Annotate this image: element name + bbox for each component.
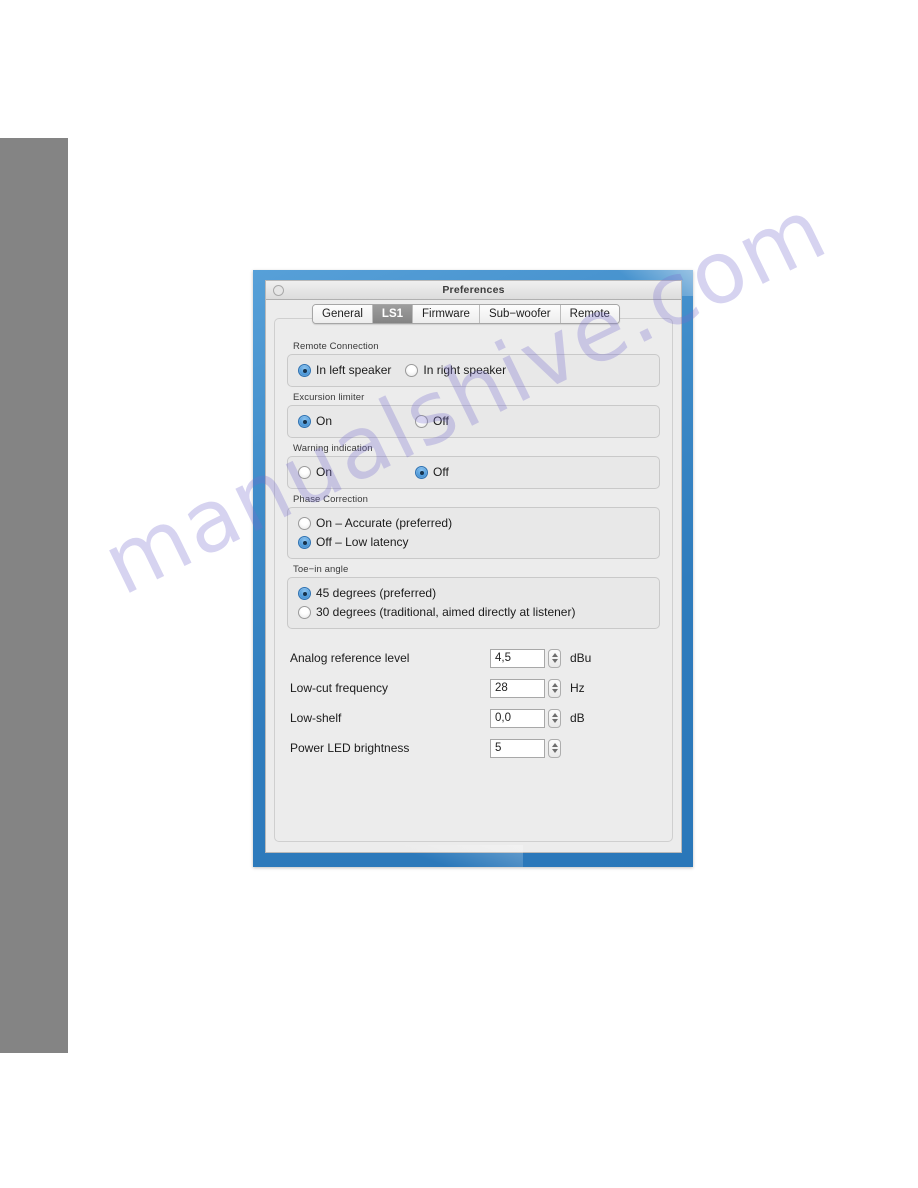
radio-label: Off bbox=[433, 414, 449, 428]
radio-icon-selected[interactable] bbox=[298, 364, 311, 377]
window-titlebar[interactable]: Preferences bbox=[266, 281, 681, 300]
radio-icon-selected[interactable] bbox=[415, 466, 428, 479]
window-title: Preferences bbox=[442, 284, 505, 296]
group-label-warning-indication: Warning indication bbox=[293, 443, 373, 454]
stepper-up-icon[interactable] bbox=[551, 653, 558, 657]
group-label-excursion-limiter: Excursion limiter bbox=[293, 392, 365, 403]
group-box-phase-correction: On – Accurate (preferred) Off – Low late… bbox=[287, 507, 660, 559]
page-left-gray-strip bbox=[0, 138, 68, 1053]
radio-item-warning-off[interactable]: Off bbox=[415, 464, 449, 481]
analog-reference-level-stepper[interactable] bbox=[548, 648, 561, 668]
radio-icon-unselected[interactable] bbox=[415, 415, 428, 428]
radio-item-45-degrees[interactable]: 45 degrees (preferred) bbox=[298, 585, 649, 602]
tab-remote[interactable]: Remote bbox=[560, 305, 619, 323]
stepper-down-icon[interactable] bbox=[551, 719, 558, 723]
window-content: Remote Connection In left speaker In rig… bbox=[266, 300, 681, 852]
group-label-remote-connection: Remote Connection bbox=[293, 341, 379, 352]
numeric-fields: Analog reference level 4,5 dBu Low-cut f… bbox=[287, 643, 660, 763]
radio-icon-unselected[interactable] bbox=[298, 606, 311, 619]
field-row-low-shelf: Low-shelf 0,0 dB bbox=[290, 703, 660, 733]
radio-label: Off – Low latency bbox=[316, 535, 409, 549]
group-toe-in-angle: Toe−in angle 45 degrees (preferred) 30 d… bbox=[287, 564, 660, 629]
radio-item-phase-off-low-latency[interactable]: Off – Low latency bbox=[298, 534, 649, 551]
tab-sub-woofer[interactable]: Sub−woofer bbox=[479, 305, 561, 323]
settings-form: Remote Connection In left speaker In rig… bbox=[275, 333, 672, 841]
low-shelf-stepper[interactable] bbox=[548, 708, 561, 728]
stepper-up-icon[interactable] bbox=[551, 743, 558, 747]
radio-label: 45 degrees (preferred) bbox=[316, 586, 437, 600]
tab-general[interactable]: General bbox=[313, 305, 373, 323]
low-shelf-input[interactable]: 0,0 bbox=[490, 708, 545, 728]
low-cut-frequency-stepper[interactable] bbox=[548, 678, 561, 698]
radio-item-in-right-speaker[interactable]: In right speaker bbox=[405, 362, 506, 379]
stepper-up-icon[interactable] bbox=[551, 713, 558, 717]
group-box-excursion-limiter: On Off bbox=[287, 405, 660, 438]
group-warning-indication: Warning indication On Off bbox=[287, 443, 660, 489]
field-unit: dB bbox=[570, 711, 585, 725]
group-label-toe-in-angle: Toe−in angle bbox=[293, 564, 349, 575]
group-box-toe-in-angle: 45 degrees (preferred) 30 degrees (tradi… bbox=[287, 577, 660, 629]
radio-row-remote-connection: In left speaker In right speaker bbox=[298, 362, 649, 379]
field-label: Analog reference level bbox=[290, 651, 410, 665]
radio-icon-selected[interactable] bbox=[298, 587, 311, 600]
radio-item-in-left-speaker[interactable]: In left speaker bbox=[298, 362, 391, 379]
analog-reference-level-input[interactable]: 4,5 bbox=[490, 648, 545, 668]
radio-item-excursion-on[interactable]: On bbox=[298, 413, 415, 430]
group-label-phase-correction: Phase Correction bbox=[293, 494, 368, 505]
radio-item-30-degrees[interactable]: 30 degrees (traditional, aimed directly … bbox=[298, 604, 649, 621]
radio-icon-unselected[interactable] bbox=[298, 517, 311, 530]
radio-label: On bbox=[316, 414, 333, 428]
power-led-brightness-input[interactable]: 5 bbox=[490, 738, 545, 758]
field-row-power-led-brightness: Power LED brightness 5 bbox=[290, 733, 660, 763]
tab-firmware[interactable]: Firmware bbox=[413, 305, 480, 323]
stepper-down-icon[interactable] bbox=[551, 659, 558, 663]
group-remote-connection: Remote Connection In left speaker In rig… bbox=[287, 341, 660, 387]
group-phase-correction: Phase Correction On – Accurate (preferre… bbox=[287, 494, 660, 559]
radio-row-toe-in-angle: 45 degrees (preferred) 30 degrees (tradi… bbox=[298, 585, 649, 621]
power-led-brightness-stepper[interactable] bbox=[548, 738, 561, 758]
radio-icon-unselected[interactable] bbox=[405, 364, 419, 377]
field-row-analog-reference-level: Analog reference level 4,5 dBu bbox=[290, 643, 660, 673]
tab-bar: General LS1 Firmware Sub−woofer Remote bbox=[312, 304, 620, 324]
radio-label: On – Accurate (preferred) bbox=[316, 516, 453, 530]
preferences-window-frame: Preferences Remote Connection In left sp… bbox=[253, 270, 693, 867]
radio-row-phase-correction: On – Accurate (preferred) Off – Low late… bbox=[298, 515, 649, 551]
radio-label: In right speaker bbox=[423, 363, 507, 377]
radio-label: On bbox=[316, 465, 333, 479]
radio-label: 30 degrees (traditional, aimed directly … bbox=[316, 605, 576, 619]
field-label: Power LED brightness bbox=[290, 741, 410, 755]
close-icon[interactable] bbox=[273, 285, 284, 296]
field-unit: Hz bbox=[570, 681, 585, 695]
group-box-warning-indication: On Off bbox=[287, 456, 660, 489]
stepper-down-icon[interactable] bbox=[551, 689, 558, 693]
radio-icon-selected[interactable] bbox=[298, 415, 311, 428]
radio-item-excursion-off[interactable]: Off bbox=[415, 413, 449, 430]
page-canvas: manualshive.com Preferences Remote Conne… bbox=[0, 0, 918, 1188]
radio-row-excursion-limiter: On Off bbox=[298, 413, 649, 430]
radio-label: In left speaker bbox=[316, 363, 392, 377]
radio-icon-unselected[interactable] bbox=[298, 466, 311, 479]
field-label: Low-cut frequency bbox=[290, 681, 389, 695]
field-row-low-cut-frequency: Low-cut frequency 28 Hz bbox=[290, 673, 660, 703]
low-cut-frequency-input[interactable]: 28 bbox=[490, 678, 545, 698]
field-unit: dBu bbox=[570, 651, 592, 665]
stepper-up-icon[interactable] bbox=[551, 683, 558, 687]
stepper-down-icon[interactable] bbox=[551, 749, 558, 753]
tab-ls1[interactable]: LS1 bbox=[372, 305, 414, 323]
group-box-remote-connection: In left speaker In right speaker bbox=[287, 354, 660, 387]
radio-label: Off bbox=[433, 465, 449, 479]
radio-item-warning-on[interactable]: On bbox=[298, 464, 415, 481]
preferences-window: Preferences Remote Connection In left sp… bbox=[265, 280, 682, 853]
radio-item-phase-on-accurate[interactable]: On – Accurate (preferred) bbox=[298, 515, 649, 532]
group-excursion-limiter: Excursion limiter On Off bbox=[287, 392, 660, 438]
radio-row-warning-indication: On Off bbox=[298, 464, 649, 481]
field-label: Low-shelf bbox=[290, 711, 342, 725]
tab-panel: Remote Connection In left speaker In rig… bbox=[274, 318, 673, 842]
radio-icon-selected[interactable] bbox=[298, 536, 311, 549]
